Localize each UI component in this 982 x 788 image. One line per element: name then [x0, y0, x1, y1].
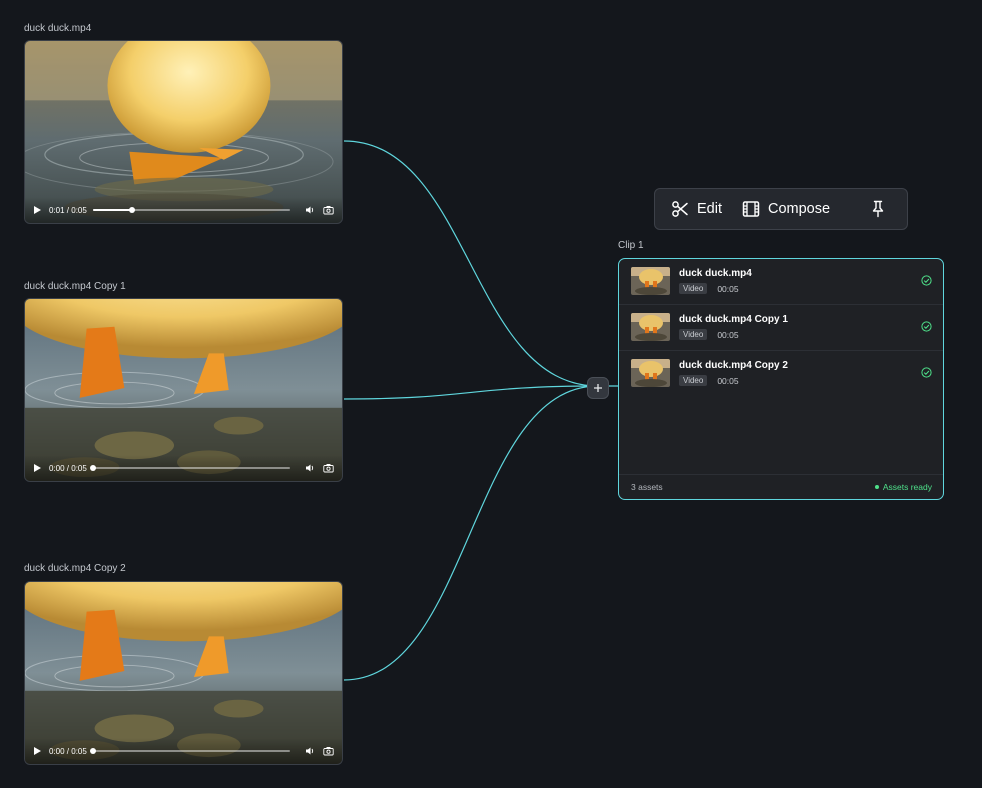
video-progress-bar[interactable]	[92, 207, 290, 213]
edit-label: Edit	[697, 201, 722, 217]
connector-2	[343, 385, 599, 400]
asset-count: 3 assets	[631, 482, 663, 492]
status-dot-icon	[874, 485, 879, 489]
check-circle-icon	[921, 367, 932, 378]
asset-thumbnail	[631, 313, 670, 341]
asset-type-badge: Video	[679, 329, 708, 340]
plus-icon	[594, 384, 602, 392]
video-frame	[25, 41, 342, 223]
progress-knob[interactable]	[89, 748, 96, 754]
video-frame	[25, 582, 342, 764]
video-node-title: duck duck.mp4 Copy 1	[24, 281, 126, 292]
asset-thumbnail	[631, 359, 670, 387]
ready-status: Assets ready	[874, 482, 932, 492]
ready-status-label: Assets ready	[882, 482, 932, 492]
video-frame	[25, 299, 342, 481]
connector-1	[343, 140, 599, 387]
merge-node[interactable]	[587, 377, 609, 399]
edit-button[interactable]: Edit	[671, 200, 722, 218]
video-time: 0:00 / 0:05	[49, 746, 87, 756]
video-player[interactable]: 0:00 / 0:05	[24, 581, 343, 765]
progress-fill	[92, 209, 133, 211]
asset-duration: 00:05	[717, 375, 739, 386]
asset-name: duck duck.mp4 Copy 2	[679, 360, 788, 371]
video-player[interactable]: 0:01 / 0:05	[24, 40, 343, 224]
asset-duration: 00:05	[717, 283, 739, 294]
pin-icon	[872, 200, 884, 218]
video-node-title: duck duck.mp4	[24, 23, 92, 34]
pin-button[interactable]	[870, 200, 894, 218]
asset-thumbnail	[631, 267, 670, 295]
film-icon	[742, 201, 760, 217]
video-progress-bar[interactable]	[89, 748, 290, 754]
play-icon[interactable]	[34, 747, 41, 755]
asset-type-badge: Video	[679, 375, 708, 386]
asset-type-badge: Video	[679, 283, 708, 294]
video-time: 0:00 / 0:05	[49, 463, 87, 473]
camera-icon[interactable]	[322, 745, 334, 757]
volume-icon[interactable]	[304, 204, 316, 216]
asset-row[interactable]: duck duck.mp4 Video 00:05	[619, 259, 943, 305]
compose-label: Compose	[768, 201, 831, 217]
volume-icon[interactable]	[304, 745, 316, 757]
video-controls: 0:00 / 0:05	[25, 455, 342, 481]
play-icon[interactable]	[34, 464, 41, 472]
camera-icon[interactable]	[322, 462, 334, 474]
check-circle-icon	[921, 275, 932, 286]
asset-name: duck duck.mp4 Copy 1	[679, 314, 788, 325]
video-controls: 0:00 / 0:05	[25, 738, 342, 764]
connector-3	[343, 385, 599, 681]
volume-icon[interactable]	[304, 462, 316, 474]
scissors-icon	[672, 201, 688, 217]
progress-knob[interactable]	[129, 207, 136, 213]
asset-row[interactable]: duck duck.mp4 Copy 2 Video 00:05	[619, 351, 943, 397]
camera-icon[interactable]	[322, 204, 334, 216]
clip-node-title: Clip 1	[618, 240, 644, 251]
asset-duration: 00:05	[717, 329, 739, 340]
clip-node[interactable]: duck duck.mp4 Video 00:05 duck duck.mp4 …	[618, 258, 944, 500]
clip-footer: 3 assets Assets ready	[619, 474, 943, 499]
asset-row[interactable]: duck duck.mp4 Copy 1 Video 00:05	[619, 305, 943, 351]
asset-name: duck duck.mp4	[679, 268, 752, 279]
video-player[interactable]: 0:00 / 0:05	[24, 298, 343, 482]
progress-knob[interactable]	[89, 465, 96, 471]
video-progress-bar[interactable]	[89, 465, 290, 471]
compose-button[interactable]: Compose	[742, 200, 830, 218]
video-controls: 0:01 / 0:05	[25, 197, 342, 223]
video-time: 0:01 / 0:05	[49, 205, 87, 215]
video-node-title: duck duck.mp4 Copy 2	[24, 563, 126, 574]
play-icon[interactable]	[34, 206, 41, 214]
clip-toolbar: Edit Compose	[654, 188, 908, 230]
check-circle-icon	[921, 321, 932, 332]
